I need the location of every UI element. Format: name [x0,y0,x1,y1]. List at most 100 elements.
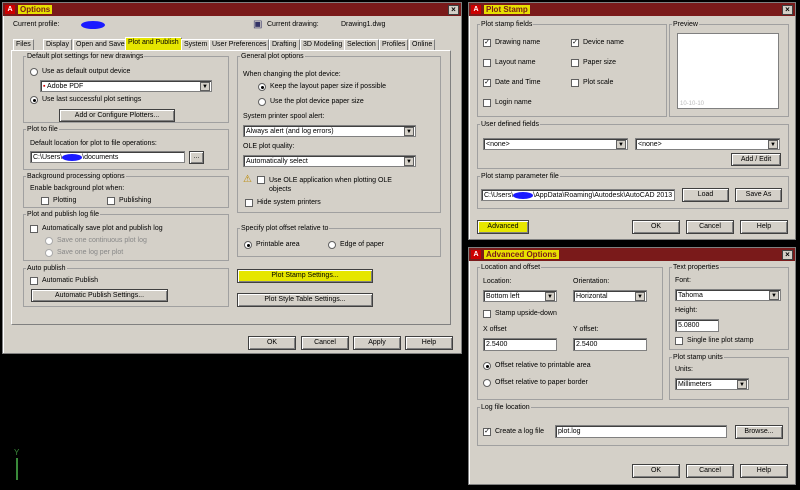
use-default-device-radio[interactable] [30,68,38,76]
plot-stamp-settings-button[interactable]: Plot Stamp Settings... [237,269,373,283]
chevron-down-icon[interactable]: ▼ [635,292,645,301]
options-cancel-button[interactable]: Cancel [301,336,349,350]
chevron-down-icon[interactable]: ▼ [200,82,210,91]
printable-area-radio[interactable] [244,241,252,249]
chevron-down-icon[interactable]: ▼ [768,140,778,149]
use-device-paper-radio[interactable] [258,98,266,106]
redacted-mark [62,153,83,161]
close-icon[interactable]: × [448,4,459,15]
paper-size-checkbox[interactable] [571,59,579,67]
plot-style-table-settings-button[interactable]: Plot Style Table Settings... [237,293,373,307]
use-last-successful-radio[interactable] [30,96,38,104]
user-field-1-select[interactable]: <none> ▼ [483,138,628,150]
keep-layout-paper-label: Keep the layout paper size if possible [270,83,386,90]
font-select[interactable]: Tahoma ▼ [675,289,781,301]
save-one-continuous-radio[interactable] [45,237,53,245]
user-field-2-select[interactable]: <none> ▼ [635,138,780,150]
offset-border-radio[interactable] [483,379,491,387]
tab-user-preferences[interactable]: User Preferences [209,39,270,50]
tab-display[interactable]: Display [43,39,72,50]
preview-box [677,33,779,109]
upside-down-checkbox[interactable] [483,310,491,318]
date-time-checkbox[interactable]: ✓ [483,79,491,87]
advanced-button[interactable]: Advanced [477,220,529,234]
tab-plot-and-publish[interactable]: Plot and Publish [125,37,182,50]
single-line-checkbox[interactable] [675,337,683,345]
offset-printable-radio[interactable] [483,362,491,370]
height-field[interactable]: 5.0800 [675,319,719,332]
tab-system[interactable]: System [181,39,211,50]
location-label: Location: [483,278,512,285]
advanced-options-titlebar[interactable]: A Advanced Options × [469,248,795,261]
tab-drafting[interactable]: Drafting [269,39,300,50]
stamp-help-button[interactable]: Help [740,220,788,234]
ole-quality-select[interactable]: Automatically select ▼ [243,155,416,167]
log-browse-button[interactable]: Browse... [735,425,783,439]
plot-scale-checkbox[interactable] [571,79,579,87]
auto-publish-settings-button[interactable]: Automatic Publish Settings... [31,289,168,302]
autocad-logo-icon: A [471,5,481,14]
save-as-button[interactable]: Save As [735,188,782,202]
options-ok-button[interactable]: OK [248,336,296,350]
add-configure-plotters-button[interactable]: Add or Configure Plotters... [59,109,175,122]
plot-file-location-field[interactable]: C:\Users\ \documents [30,151,185,163]
use-ole-label: Use OLE application when plotting OLE ob… [269,177,392,193]
publishing-checkbox[interactable] [107,197,115,205]
options-apply-button[interactable]: Apply [353,336,401,350]
load-button[interactable]: Load [682,188,729,202]
x-offset-field[interactable]: 2.5400 [483,338,557,351]
default-device-select[interactable]: ▪ Adobe PDF ▼ [40,80,212,92]
y-offset-field[interactable]: 2.5400 [573,338,647,351]
printable-area-label: Printable area [256,241,300,248]
hide-printers-checkbox[interactable] [245,199,253,207]
chevron-down-icon[interactable]: ▼ [404,127,414,136]
close-icon[interactable]: × [782,249,793,260]
edge-of-paper-radio[interactable] [328,241,336,249]
chevron-down-icon[interactable]: ▼ [545,292,555,301]
plot-file-browse-button[interactable]: ... [189,151,204,164]
close-icon[interactable]: × [782,4,793,15]
advanced-cancel-button[interactable]: Cancel [686,464,734,478]
options-titlebar[interactable]: A Options × [3,3,461,16]
tab-selection[interactable]: Selection [344,39,379,50]
add-edit-button[interactable]: Add / Edit [731,153,781,166]
options-help-button[interactable]: Help [405,336,453,350]
create-log-checkbox[interactable]: ✓ [483,428,491,436]
chevron-down-icon[interactable]: ▼ [737,380,747,389]
advanced-options-title: Advanced Options [484,250,559,259]
tab-3d-modeling[interactable]: 3D Modeling [300,39,346,50]
ucs-y-label: Y [14,448,20,457]
tab-profiles[interactable]: Profiles [379,39,409,50]
auto-publish-checkbox[interactable] [30,277,38,285]
units-select[interactable]: Millimeters ▼ [675,378,749,390]
login-name-checkbox[interactable] [483,99,491,107]
spool-alert-select[interactable]: Always alert (and log errors) ▼ [243,125,416,137]
device-name-checkbox[interactable]: ✓ [571,39,579,47]
keep-layout-paper-radio[interactable] [258,83,266,91]
plotting-checkbox[interactable] [41,197,49,205]
chevron-down-icon[interactable]: ▼ [404,157,414,166]
layout-name-checkbox[interactable] [483,59,491,67]
chevron-down-icon[interactable]: ▼ [769,291,779,300]
preview-stamp-text: 10-10-10 [680,101,705,107]
drawing-name-checkbox[interactable]: ✓ [483,39,491,47]
parameter-file-path-field[interactable]: C:\Users\ \AppData\Roaming\Autodesk\AutoC… [481,189,675,201]
plot-stamp-titlebar[interactable]: A Plot Stamp × [469,3,795,16]
plot-stamp-units-group: Plot stamp units [669,354,789,400]
options-dialog: A Options × Current profile: ▣ Current d… [2,2,462,354]
location-select[interactable]: Bottom left ▼ [483,290,557,302]
tab-files[interactable]: Files [13,39,34,50]
chevron-down-icon[interactable]: ▼ [616,140,626,149]
stamp-cancel-button[interactable]: Cancel [686,220,734,234]
log-file-field[interactable]: plot.log [555,425,727,438]
auto-save-log-checkbox[interactable] [30,225,38,233]
advanced-help-button[interactable]: Help [740,464,788,478]
tab-open-and-save[interactable]: Open and Save [73,39,128,50]
advanced-ok-button[interactable]: OK [632,464,680,478]
save-per-plot-label: Save one log per plot [57,249,124,256]
use-ole-checkbox[interactable] [257,176,265,184]
orientation-select[interactable]: Horizontal ▼ [573,290,647,302]
stamp-ok-button[interactable]: OK [632,220,680,234]
save-per-plot-radio[interactable] [45,249,53,257]
tab-online[interactable]: Online [409,39,436,50]
